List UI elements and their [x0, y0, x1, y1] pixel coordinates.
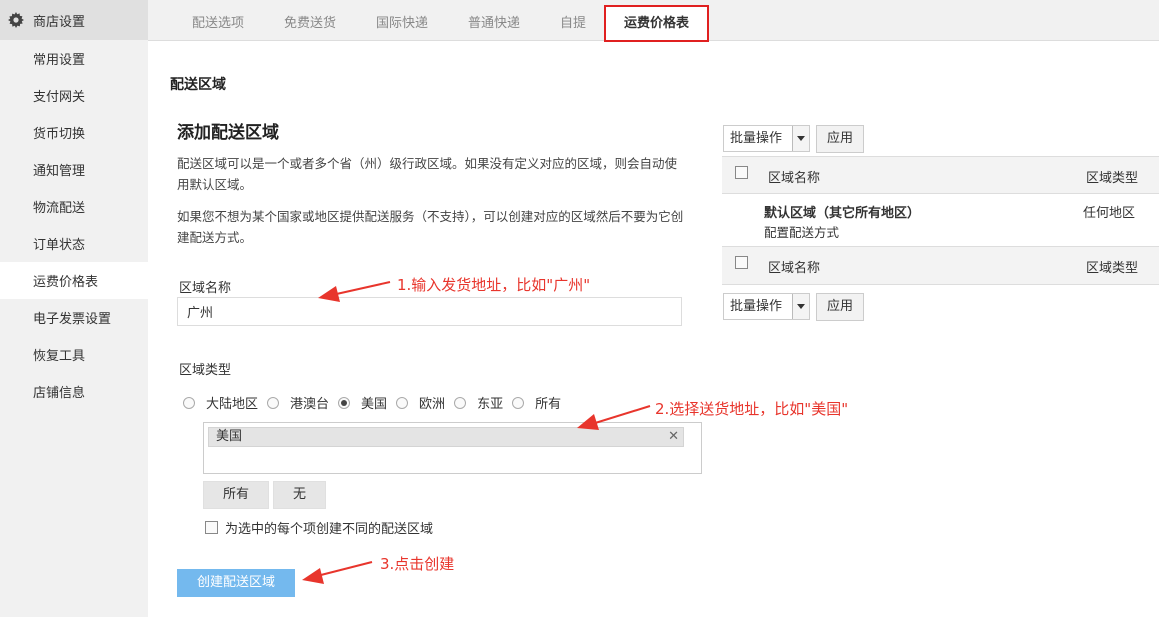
annotation-step-1: 1.输入发货地址，比如"广州": [397, 276, 591, 294]
annotation-step-3: 3.点击创建: [380, 555, 455, 573]
arrow-line-1: [331, 281, 391, 296]
arrow-head-2: [577, 414, 599, 430]
annotation-step-2: 2.选择送货地址，比如"美国": [655, 400, 849, 418]
annotation-arrows: [302, 281, 651, 584]
arrow-line-2: [591, 405, 651, 425]
arrow-line-3: [316, 561, 373, 577]
arrow-head-3: [302, 568, 324, 584]
arrow-head-1: [318, 286, 340, 302]
